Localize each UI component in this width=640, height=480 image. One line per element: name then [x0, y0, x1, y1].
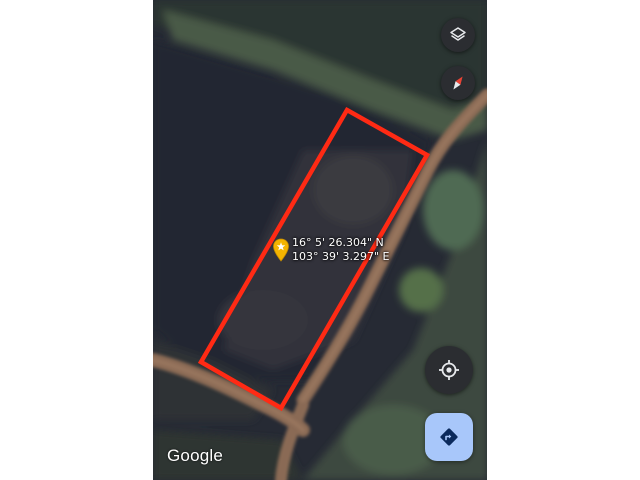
directions-button[interactable]	[425, 413, 473, 461]
my-location-icon	[439, 360, 459, 380]
google-logo: Google	[167, 446, 224, 465]
directions-icon	[440, 428, 458, 446]
longitude-label: 103° 39' 3.297" E	[292, 250, 390, 263]
layers-icon	[450, 27, 466, 41]
my-location-button[interactable]	[425, 346, 473, 394]
compass-icon	[453, 76, 463, 90]
location-pin-icon[interactable]	[272, 238, 290, 262]
compass-button[interactable]	[441, 66, 475, 100]
layers-button[interactable]	[441, 18, 475, 52]
pin-coordinates: 16° 5' 26.304" N 103° 39' 3.297" E	[292, 236, 390, 264]
latitude-label: 16° 5' 26.304" N	[292, 236, 384, 249]
map-view[interactable]: 16° 5' 26.304" N 103° 39' 3.297" E Googl…	[153, 0, 487, 480]
